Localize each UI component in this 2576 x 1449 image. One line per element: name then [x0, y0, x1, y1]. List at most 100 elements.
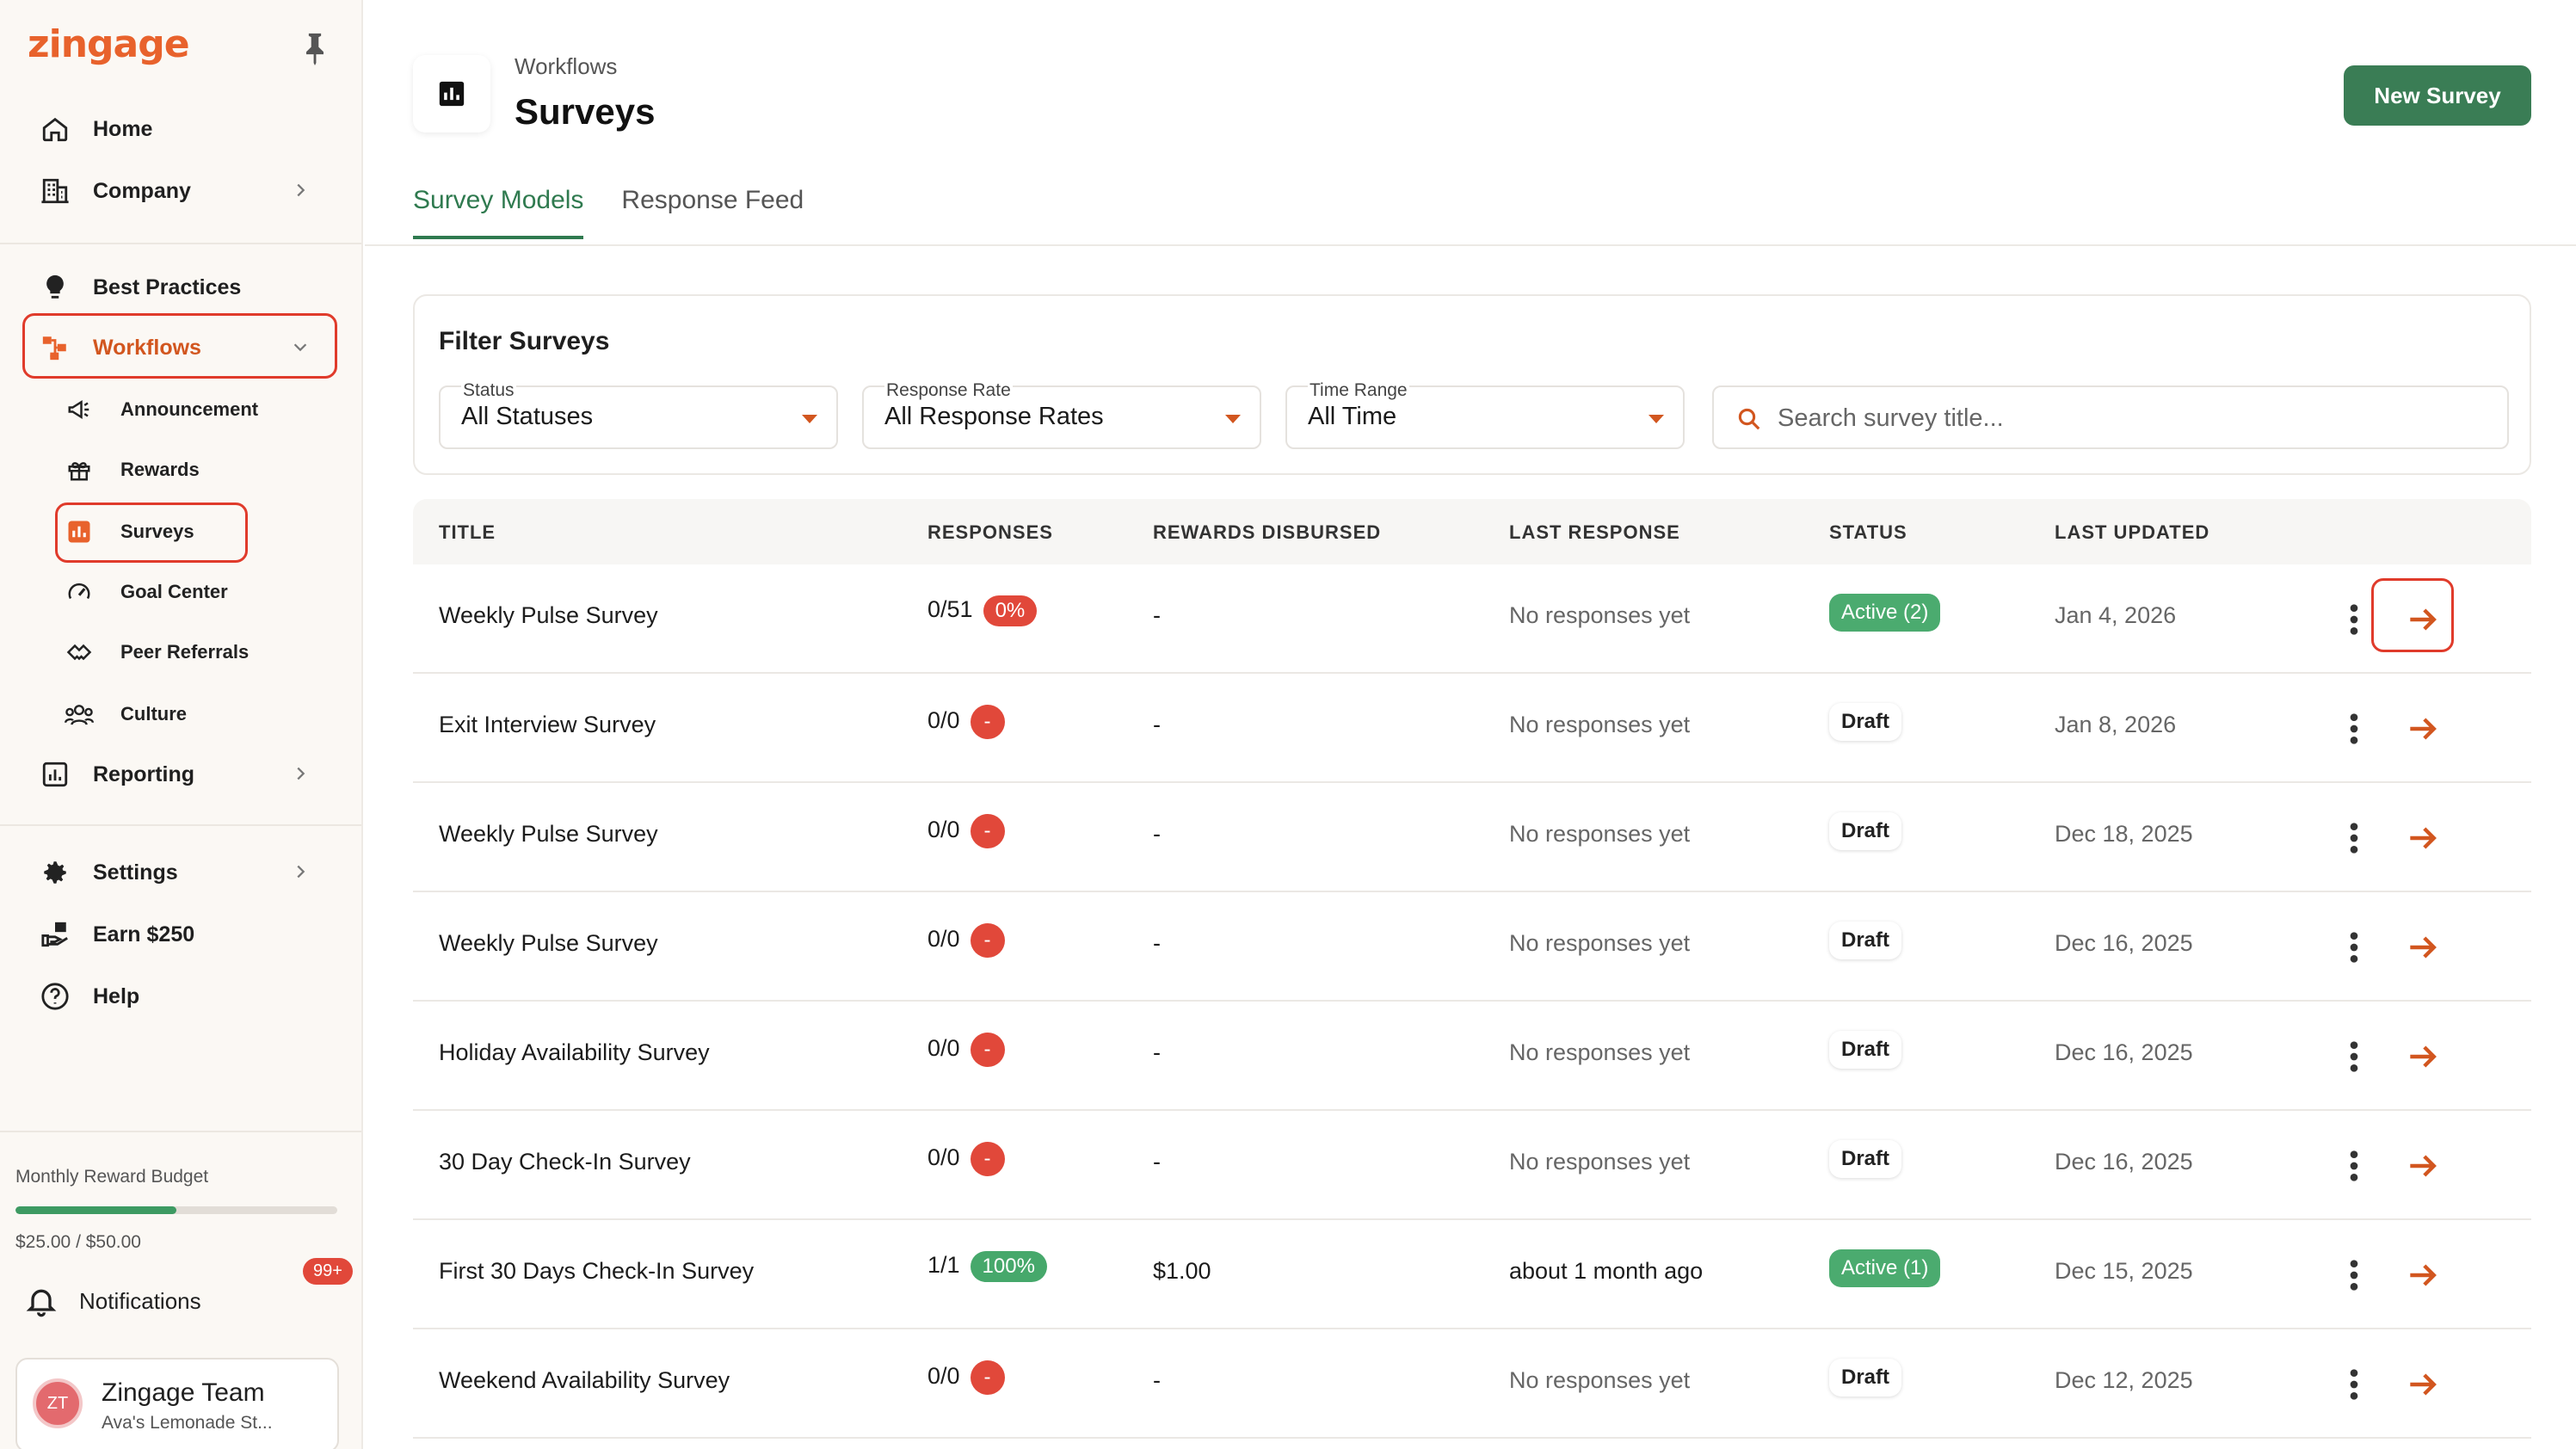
status-badge: Draft — [1829, 812, 1902, 850]
cell-title: First 30 Days Check-In Survey — [439, 1258, 755, 1284]
arrow-right-icon[interactable] — [2404, 928, 2442, 966]
column-header-last-response[interactable]: LAST RESPONSE — [1509, 521, 1680, 544]
sidebar-item-help[interactable]: Help — [24, 967, 336, 1026]
sidebar-subitem-label: Announcement — [120, 398, 259, 420]
divider — [0, 824, 361, 826]
table-row[interactable]: Holiday Availability Survey 0/0- - No respo… — [413, 1002, 2531, 1111]
more-options-icon[interactable] — [2345, 1258, 2363, 1292]
filter-title: Filter Surveys — [439, 327, 610, 355]
sidebar-subitem-label: Culture — [120, 703, 187, 724]
survey-chart-icon — [439, 81, 465, 107]
chevron-right-icon — [297, 183, 305, 197]
status-select[interactable]: Status All Statuses — [439, 380, 838, 449]
pin-icon[interactable] — [299, 31, 330, 65]
zingage-logo[interactable]: zingage — [28, 22, 190, 66]
notifications-label: Notifications — [79, 1287, 201, 1314]
table-row[interactable]: Exit Interview Survey 0/0- - No responses y… — [413, 674, 2531, 783]
new-survey-button[interactable]: New Survey — [2344, 65, 2531, 126]
tab-response-feed[interactable]: Response Feed — [621, 186, 804, 239]
more-options-icon[interactable] — [2345, 821, 2363, 855]
user-account-card[interactable]: ZT Zingage Team Ava's Lemonade St... — [15, 1358, 339, 1449]
sidebar-subitem-announcement[interactable]: Announcement — [60, 384, 336, 435]
sidebar-item-reporting[interactable]: Reporting — [24, 745, 336, 804]
breadcrumb[interactable]: Workflows — [515, 53, 617, 80]
more-options-icon[interactable] — [2345, 712, 2363, 746]
notifications-button[interactable]: Notifications — [24, 1280, 201, 1322]
arrow-right-icon[interactable] — [2404, 1366, 2442, 1403]
cell-responses: 0/0- — [927, 814, 1005, 848]
column-header-last-updated[interactable]: LAST UPDATED — [2055, 521, 2209, 544]
cell-title: Weekend Availability Survey — [439, 1367, 730, 1393]
status-value: All Statuses — [461, 403, 594, 430]
responses-count: 1/1 — [927, 1252, 960, 1279]
search-field[interactable] — [1712, 385, 2509, 449]
caret-down-icon — [802, 415, 817, 423]
search-input[interactable] — [1778, 401, 2483, 435]
cell-rewards: $1.00 — [1153, 1258, 1211, 1284]
more-options-icon[interactable] — [2345, 602, 2363, 637]
response-rate-select[interactable]: Response Rate All Response Rates — [862, 380, 1261, 449]
sidebar-item-earn[interactable]: Earn $250 — [24, 905, 336, 964]
time-range-value: All Time — [1308, 403, 1397, 430]
responses-count: 0/0 — [927, 1363, 960, 1390]
arrow-right-icon[interactable] — [2404, 1256, 2442, 1294]
cell-last-updated: Dec 16, 2025 — [2055, 1149, 2193, 1175]
responses-count: 0/0 — [927, 817, 960, 843]
sidebar-item-label: Home — [93, 116, 153, 141]
arrow-right-icon[interactable] — [2404, 1147, 2442, 1185]
cell-last-response: No responses yet — [1509, 712, 1691, 737]
cell-last-response: No responses yet — [1509, 1367, 1691, 1393]
more-options-icon[interactable] — [2345, 930, 2363, 965]
responses-count: 0/51 — [927, 596, 973, 623]
column-header-responses[interactable]: RESPONSES — [927, 521, 1053, 544]
sidebar-subitem-culture[interactable]: Culture — [60, 688, 336, 740]
arrow-right-icon[interactable] — [2404, 1038, 2442, 1076]
chart-icon — [38, 757, 72, 792]
building-icon — [38, 174, 72, 208]
divider — [0, 243, 361, 244]
cell-last-updated: Jan 8, 2026 — [2055, 712, 2177, 737]
cell-last-updated: Jan 4, 2026 — [2055, 602, 2177, 628]
sidebar-item-home[interactable]: Home — [24, 100, 336, 158]
sidebar-subitem-goal-center[interactable]: Goal Center — [60, 566, 336, 618]
column-header-status[interactable]: STATUS — [1829, 521, 1907, 544]
user-org: Ava's Lemonade St... — [102, 1413, 273, 1433]
time-range-select[interactable]: Time Range All Time — [1285, 380, 1685, 449]
cell-last-updated: Dec 12, 2025 — [2055, 1367, 2193, 1393]
column-header-rewards[interactable]: REWARDS DISBURSED — [1153, 521, 1381, 544]
table-row[interactable]: Weekly Pulse Survey 0/0- - No responses yet… — [413, 783, 2531, 892]
arrow-right-icon[interactable] — [2404, 819, 2442, 857]
table-row[interactable]: Weekend Availability Survey 0/0- - No respo… — [413, 1329, 2531, 1439]
sidebar-subitem-peer-referrals[interactable]: Peer Referrals — [60, 626, 336, 678]
cell-rewards: - — [1153, 821, 1161, 847]
response-rate-badge: 100% — [970, 1251, 1047, 1282]
sidebar-subitem-rewards[interactable]: Rewards — [60, 444, 336, 496]
sidebar-item-company[interactable]: Company — [24, 162, 336, 220]
gauge-icon — [62, 575, 96, 609]
bell-icon — [26, 1289, 57, 1317]
table-row[interactable]: Weekly Pulse Survey 0/51 0% - No responses y… — [413, 564, 2531, 674]
more-options-icon[interactable] — [2345, 1367, 2363, 1402]
search-icon — [1738, 408, 1760, 430]
sidebar-item-label: Reporting — [93, 761, 195, 786]
cell-last-response: No responses yet — [1509, 821, 1691, 847]
arrow-right-icon[interactable] — [2404, 710, 2442, 748]
cell-last-updated: Dec 18, 2025 — [2055, 821, 2193, 847]
tabs-divider — [365, 244, 2576, 246]
help-icon — [38, 979, 72, 1014]
cell-last-response: about 1 month ago — [1509, 1258, 1704, 1284]
status-badge: Draft — [1829, 1140, 1902, 1178]
more-options-icon[interactable] — [2345, 1149, 2363, 1183]
sidebar-item-settings[interactable]: Settings — [24, 843, 336, 902]
table-row[interactable]: First 30 Days Check-In Survey 1/1 100% $1.0… — [413, 1220, 2531, 1329]
sidebar-item-label: Help — [93, 983, 140, 1008]
page-title: Surveys — [515, 91, 656, 132]
column-header-title[interactable]: TITLE — [439, 521, 496, 544]
more-options-icon[interactable] — [2345, 1039, 2363, 1074]
table-row[interactable]: 30 Day Check-In Survey 0/0- - No responses … — [413, 1111, 2531, 1220]
tab-survey-models[interactable]: Survey Models — [413, 186, 584, 239]
sidebar-item-best-practices[interactable]: Best Practices — [24, 258, 336, 317]
table-row[interactable]: Weekly Pulse Survey 0/0- - No responses yet… — [413, 892, 2531, 1002]
sidebar: zingage Home Company Best Practices Work… — [0, 0, 363, 1449]
cell-rewards: - — [1153, 602, 1161, 628]
